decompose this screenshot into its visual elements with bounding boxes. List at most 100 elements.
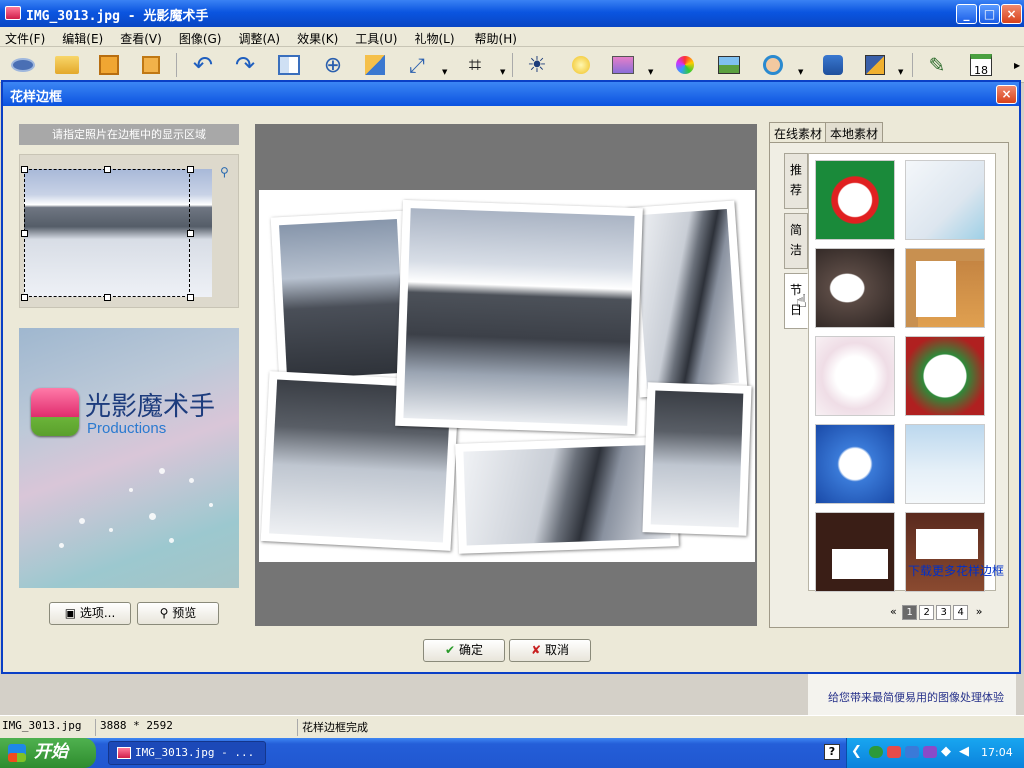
cancel-button[interactable]: ✘ 取消 [509,639,591,662]
network-icon[interactable] [905,746,919,758]
frame-tile[interactable] [815,512,895,592]
open-folder-icon[interactable] [52,50,82,80]
menu-tools[interactable]: 工具(U) [355,27,397,47]
pager-next[interactable]: » [976,605,983,618]
frame-tile[interactable] [905,336,985,416]
filter-dropdown-icon[interactable]: ▼ [648,68,653,76]
resize-handle[interactable] [21,294,28,301]
region-prompt: 请指定照片在边框中的显示区域 [19,124,239,145]
portrait-icon[interactable] [758,50,788,80]
category-tab-recommend[interactable]: 推荐 [784,153,808,209]
brand-subtitle: Productions [87,420,167,437]
save-icon[interactable] [94,50,124,80]
side-info-panel: 给您带来最简便易用的图像处理体验 [808,673,1016,715]
tray-app-icon[interactable] [869,746,883,758]
compare-icon[interactable] [274,50,304,80]
toolbar-separator [912,53,913,77]
preview-button[interactable]: ⚲ 预览 [137,602,219,625]
open-eye-icon[interactable] [8,50,38,80]
selection-box[interactable] [24,169,190,297]
frame-tile[interactable] [905,160,985,240]
chevron-left-icon[interactable]: ❮ [851,744,862,759]
portrait-dropdown-icon[interactable]: ▼ [798,68,803,76]
light-icon[interactable] [566,50,596,80]
zoom-in-icon[interactable]: ⊕ [318,50,348,80]
toolbar-overflow-icon[interactable]: ▶ [1014,61,1020,70]
sparkle [59,543,64,548]
frame-tile[interactable] [815,336,895,416]
frame-tile-window [916,261,956,317]
source-tabs: 在线素材 本地素材 [769,122,884,142]
menu-file[interactable]: 文件(F) [5,27,45,47]
app-icon [5,6,21,20]
crop-dropdown-icon[interactable]: ▼ [500,68,505,76]
help-icon[interactable]: ? [824,744,840,760]
frame-dropdown-icon[interactable]: ▼ [898,68,903,76]
menu-edit[interactable]: 编辑(E) [62,27,103,47]
menu-gifts[interactable]: 礼物(L) [414,27,454,47]
minimize-button[interactable]: _ [956,4,977,24]
frame-icon[interactable] [860,50,890,80]
pager-prev[interactable]: « [890,605,897,618]
picture-icon[interactable] [714,50,744,80]
tab-online[interactable]: 在线素材 [769,122,828,142]
save-as-icon[interactable] [136,50,166,80]
crop-icon[interactable]: ⌗ [460,50,490,80]
frame-tile[interactable] [905,424,985,504]
start-label: 开始 [34,742,68,762]
resize-handle[interactable] [187,166,194,173]
frame-library-panel: 推荐 简洁 节日 ☝ « 1234 » [769,142,1009,628]
frame-tile[interactable] [815,248,895,328]
pager-page-3[interactable]: 3 [936,605,952,620]
taskbar-item[interactable]: IMG_3013.jpg - ... [108,741,266,765]
title-bar: IMG_3013.jpg - 光影魔术手 _ □ × [0,0,1024,27]
menu-adjust[interactable]: 调整(A) [238,27,280,47]
close-button[interactable]: × [1001,4,1022,24]
redo-icon[interactable]: ↷ [230,50,260,80]
rotate-icon[interactable]: ⤢ [402,50,432,80]
shield-icon[interactable]: ◆ [941,744,951,759]
resize-handle[interactable] [21,166,28,173]
tab-local[interactable]: 本地素材 [825,122,884,142]
resize-handle[interactable] [187,294,194,301]
tray-app-icon[interactable] [923,746,937,758]
pager-page-1[interactable]: 1 [902,605,918,620]
ok-button[interactable]: ✔ 确定 [423,639,505,662]
filter-icon[interactable] [608,50,638,80]
frame-tile[interactable] [815,160,895,240]
calendar-icon[interactable]: 18 [966,50,996,80]
app-icon [117,747,131,759]
options-button[interactable]: ▣ 选项... [49,602,131,625]
toolbar: ↶ ↷ ⊕ ⤢ ▼ ⌗ ▼ ☀ ▼ ▼ ▼ ✎ 18 ▶ [0,47,1024,83]
edit-icon[interactable]: ✎ [922,50,952,80]
more-frames-link[interactable]: 下载更多花样边框 [908,562,1004,579]
tray-app-icon[interactable] [887,746,901,758]
resize-handle[interactable] [104,294,111,301]
frame-tile[interactable] [905,248,985,328]
menu-image[interactable]: 图像(G) [179,27,222,47]
user-icon[interactable] [818,50,848,80]
resize-handle[interactable] [21,230,28,237]
rotate-dropdown-icon[interactable]: ▼ [442,68,447,76]
menu-view[interactable]: 查看(V) [120,27,162,47]
pager-page-2[interactable]: 2 [919,605,935,620]
exposure-icon[interactable]: ☀ [522,50,552,80]
magnifier-icon[interactable]: ⚲ [220,165,229,179]
resize-handle[interactable] [187,230,194,237]
preview-icon: ⚲ [159,606,169,620]
start-button[interactable]: 开始 [0,738,96,768]
volume-icon[interactable]: ◀ [959,744,969,759]
menu-effects[interactable]: 效果(K) [297,27,338,47]
side-info-text: 给您带来最简便易用的图像处理体验 [828,691,1004,704]
menu-help[interactable]: 帮助(H) [475,27,517,47]
pager-page-4[interactable]: 4 [953,605,969,620]
frame-tile[interactable] [815,424,895,504]
maximize-button[interactable]: □ [979,4,1000,24]
undo-icon[interactable]: ↶ [188,50,218,80]
category-tab-simple[interactable]: 简洁 [784,213,808,269]
dialog-close-button[interactable]: × [996,85,1017,104]
frame-tile[interactable] [905,512,985,592]
resize-handle[interactable] [104,166,111,173]
resize-icon[interactable] [360,50,390,80]
color-icon[interactable] [670,50,700,80]
